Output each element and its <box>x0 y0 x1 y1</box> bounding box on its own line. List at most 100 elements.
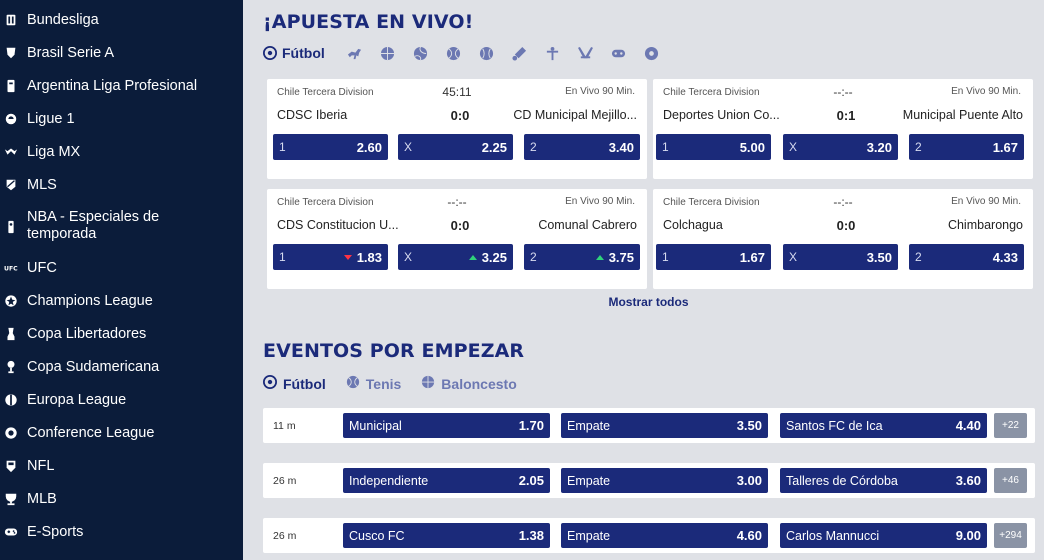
tab-label: Fútbol <box>283 375 326 392</box>
live-match-card[interactable]: Chile Tercera Division --:-- En Vivo 90 … <box>267 189 647 289</box>
tennis-icon <box>346 375 360 392</box>
odd-value: 5.00 <box>739 139 765 155</box>
tab-futbol[interactable]: Fútbol <box>263 375 326 392</box>
odd-home-button[interactable]: 1 5.00 <box>656 134 771 160</box>
odd-value: 2.05 <box>518 473 544 488</box>
odd-home-button[interactable]: 1 1.83 <box>273 244 388 270</box>
hockey-icon[interactable] <box>578 45 594 61</box>
event-row: 11 m Municipal 1.70 Empate 3.50 Santos FC … <box>263 408 1035 443</box>
sidebar-item-esports[interactable]: E-Sports <box>0 523 243 541</box>
more-markets-button[interactable]: +46 <box>994 468 1027 493</box>
conference-league-icon <box>3 425 19 441</box>
draw-odd-button[interactable]: Empate 3.50 <box>561 413 768 438</box>
sidebar-item-conference-league[interactable]: Conference League <box>0 424 243 442</box>
draw-label: Empate <box>567 528 611 543</box>
sidebar-item-liga-mx[interactable]: Liga MX <box>0 143 243 161</box>
odd-away-button[interactable]: 2 1.67 <box>909 134 1024 160</box>
baseball-icon[interactable] <box>479 45 495 61</box>
bundesliga-icon <box>3 12 19 28</box>
away-odd-button[interactable]: Santos FC de Ica 4.40 <box>780 413 987 438</box>
odd-label: 2 <box>915 250 922 264</box>
sidebar-item-mlb[interactable]: MLB <box>0 490 243 508</box>
tab-futbol[interactable]: Fútbol <box>263 45 325 61</box>
odd-label: X <box>789 250 798 264</box>
sidebar-item-nfl[interactable]: NFL <box>0 457 243 475</box>
event-start-time: 26 m <box>273 530 297 542</box>
basketball-icon[interactable] <box>380 45 396 61</box>
basketball-icon <box>421 375 435 392</box>
odd-up-icon <box>468 254 477 260</box>
away-team: Comunal Cabrero <box>538 218 637 232</box>
cricket-icon[interactable] <box>512 45 528 61</box>
odd-draw-button[interactable]: X 2.25 <box>398 134 513 160</box>
odd-value: 3.50 <box>736 418 762 433</box>
sidebar-item-copa-libertadores[interactable]: Copa Libertadores <box>0 325 243 343</box>
odd-label: 2 <box>530 140 537 154</box>
show-all-link[interactable]: Mostrar todos <box>243 295 1044 309</box>
away-team: CD Municipal Mejillo... <box>513 108 637 122</box>
esports-icon <box>3 524 19 540</box>
home-odd-button[interactable]: Cusco FC 1.38 <box>343 523 550 548</box>
odd-home-button[interactable]: 1 2.60 <box>273 134 388 160</box>
soccer-icon[interactable] <box>644 45 660 61</box>
sidebar-item-mls[interactable]: MLS <box>0 176 243 194</box>
odd-away-button[interactable]: 2 3.75 <box>524 244 640 270</box>
odd-away-button[interactable]: 2 4.33 <box>909 244 1024 270</box>
odd-label: 2 <box>530 250 537 264</box>
sidebar-item-label: MLS <box>27 176 57 193</box>
sidebar-item-champions-league[interactable]: Champions League <box>0 292 243 310</box>
sidebar-item-label: Argentina Liga Profesional <box>27 77 198 94</box>
sidebar-item-bundesliga[interactable]: Bundesliga <box>0 11 243 29</box>
live-sport-tabs: Fútbol <box>263 45 677 61</box>
odd-draw-button[interactable]: X 3.50 <box>783 244 898 270</box>
soccer-icon <box>263 46 277 60</box>
esports-icon[interactable] <box>611 45 627 61</box>
home-odd-button[interactable]: Municipal 1.70 <box>343 413 550 438</box>
sidebar-item-label: NFL <box>27 457 55 474</box>
sidebar-item-copa-sudamericana[interactable]: Copa Sudamericana <box>0 358 243 376</box>
martial-arts-icon[interactable] <box>545 45 561 61</box>
odd-away-button[interactable]: 2 3.40 <box>524 134 640 160</box>
sidebar-item-label: Copa Libertadores <box>27 325 147 342</box>
mlb-icon <box>3 491 19 507</box>
tab-baloncesto[interactable]: Baloncesto <box>421 375 517 392</box>
live-status: En Vivo 90 Min. <box>565 86 635 97</box>
sidebar-item-argentina[interactable]: Argentina Liga Profesional <box>0 77 243 95</box>
live-match-card[interactable]: Chile Tercera Division --:-- En Vivo 90 … <box>653 189 1033 289</box>
away-odd-button[interactable]: Carlos Mannucci 9.00 <box>780 523 987 548</box>
away-team: Municipal Puente Alto <box>902 108 1023 122</box>
more-markets-button[interactable]: +294 <box>994 523 1027 548</box>
svg-text:UFC: UFC <box>4 266 18 273</box>
sidebar-item-nba[interactable]: NBA - Especiales de temporada <box>0 209 243 245</box>
tab-tenis[interactable]: Tenis <box>346 375 402 392</box>
away-odd-button[interactable]: Talleres de Córdoba 3.60 <box>780 468 987 493</box>
tab-label: Tenis <box>365 375 402 392</box>
home-odd-button[interactable]: Independiente 2.05 <box>343 468 550 493</box>
sidebar-item-label: Brasil Serie A <box>27 44 115 61</box>
draw-odd-button[interactable]: Empate 4.60 <box>561 523 768 548</box>
odd-down-icon <box>343 254 352 260</box>
horse-racing-icon[interactable] <box>347 45 363 61</box>
odd-home-button[interactable]: 1 1.67 <box>656 244 771 270</box>
team-name: Talleres de Córdoba <box>786 473 898 488</box>
odd-draw-button[interactable]: X 3.20 <box>783 134 898 160</box>
odd-label: 1 <box>662 250 669 264</box>
volleyball-icon[interactable] <box>413 45 429 61</box>
sidebar-item-brasil-serie-a[interactable]: Brasil Serie A <box>0 44 243 62</box>
more-markets-button[interactable]: +22 <box>994 413 1027 438</box>
live-match-card[interactable]: Chile Tercera Division 45:11 En Vivo 90 … <box>267 79 647 179</box>
odd-value: 1.70 <box>518 418 544 433</box>
odd-draw-button[interactable]: X 3.25 <box>398 244 513 270</box>
odd-value: 4.60 <box>736 528 762 543</box>
live-match-card[interactable]: Chile Tercera Division --:-- En Vivo 90 … <box>653 79 1033 179</box>
odd-value: 3.75 <box>608 249 634 265</box>
sidebar-item-ligue-1[interactable]: Ligue 1 <box>0 110 243 128</box>
odd-value: 3.25 <box>481 249 507 265</box>
sidebar-item-ufc[interactable]: UFC UFC <box>0 259 243 277</box>
main-content: ¡APUESTA EN VIVO! Fútbol Chile Tercera D… <box>243 0 1044 560</box>
tab-label: Baloncesto <box>441 375 517 392</box>
sidebar-item-europa-league[interactable]: Europa League <box>0 391 243 409</box>
draw-odd-button[interactable]: Empate 3.00 <box>561 468 768 493</box>
tennis-icon[interactable] <box>446 45 462 61</box>
argentina-liga-icon <box>3 78 19 94</box>
